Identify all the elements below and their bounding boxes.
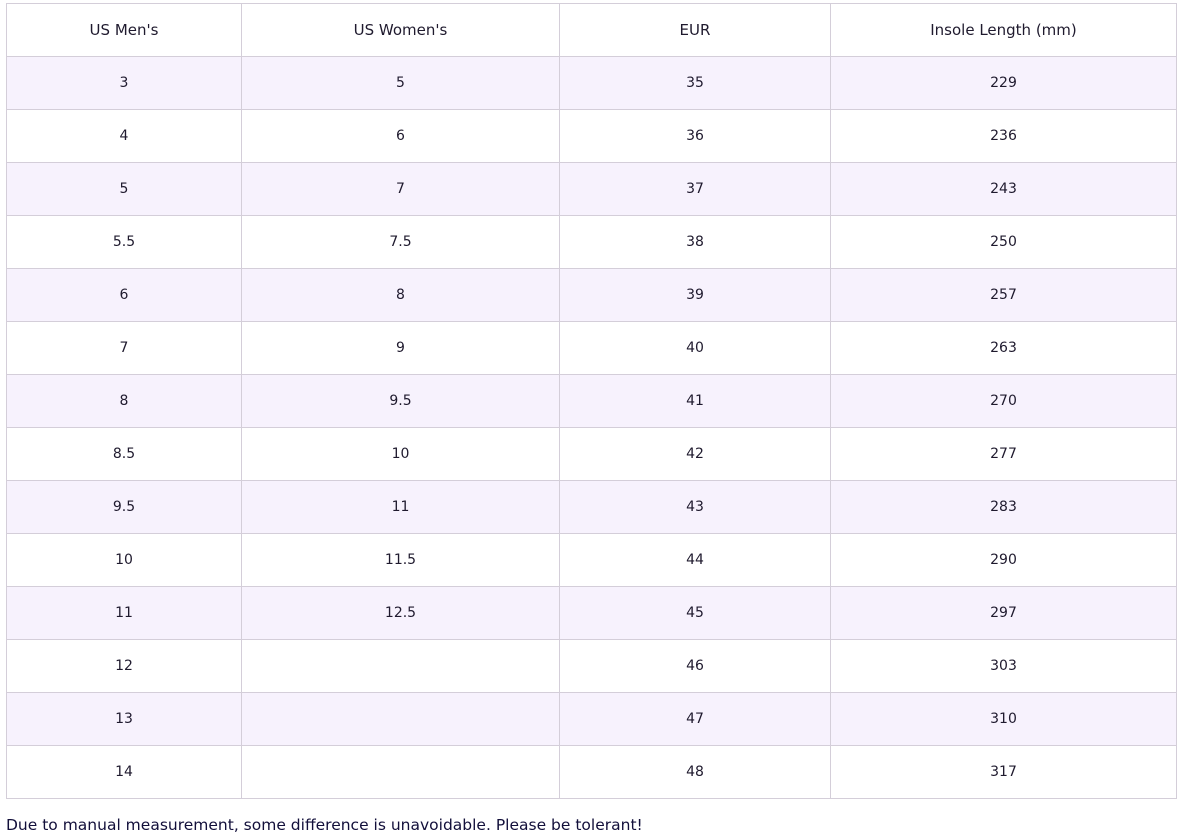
table-row: 13 47 310 xyxy=(6,692,1177,746)
cell-us-mens: 9.5 xyxy=(6,480,242,534)
cell-us-womens: 11.5 xyxy=(241,533,560,587)
cell-eur: 39 xyxy=(559,268,831,322)
cell-us-womens: 12.5 xyxy=(241,586,560,640)
cell-us-womens: 9 xyxy=(241,321,560,375)
cell-eur: 47 xyxy=(559,692,831,746)
cell-insole-length: 236 xyxy=(830,109,1177,163)
cell-us-womens: 10 xyxy=(241,427,560,481)
cell-eur: 37 xyxy=(559,162,831,216)
cell-us-mens: 6 xyxy=(6,268,242,322)
cell-us-mens: 5 xyxy=(6,162,242,216)
cell-us-womens: 6 xyxy=(241,109,560,163)
cell-us-mens: 3 xyxy=(6,56,242,110)
table-row: 10 11.5 44 290 xyxy=(6,533,1177,587)
cell-us-womens: 11 xyxy=(241,480,560,534)
cell-eur: 35 xyxy=(559,56,831,110)
cell-insole-length: 270 xyxy=(830,374,1177,428)
header-eur: EUR xyxy=(559,3,831,57)
cell-eur: 42 xyxy=(559,427,831,481)
cell-us-mens: 8 xyxy=(6,374,242,428)
header-us-womens: US Women's xyxy=(241,3,560,57)
table-row: 3 5 35 229 xyxy=(6,56,1177,110)
cell-us-womens xyxy=(241,692,560,746)
cell-eur: 48 xyxy=(559,745,831,799)
header-insole-length: Insole Length (mm) xyxy=(830,3,1177,57)
cell-us-mens: 10 xyxy=(6,533,242,587)
size-chart-header: US Men's US Women's EUR Insole Length (m… xyxy=(6,3,1177,57)
cell-us-womens: 8 xyxy=(241,268,560,322)
cell-eur: 46 xyxy=(559,639,831,693)
cell-us-mens: 5.5 xyxy=(6,215,242,269)
cell-us-womens: 5 xyxy=(241,56,560,110)
table-row: 7 9 40 263 xyxy=(6,321,1177,375)
cell-us-womens: 7.5 xyxy=(241,215,560,269)
cell-insole-length: 297 xyxy=(830,586,1177,640)
cell-insole-length: 257 xyxy=(830,268,1177,322)
cell-us-mens: 7 xyxy=(6,321,242,375)
cell-insole-length: 310 xyxy=(830,692,1177,746)
cell-us-mens: 8.5 xyxy=(6,427,242,481)
cell-eur: 36 xyxy=(559,109,831,163)
table-row: 5.5 7.5 38 250 xyxy=(6,215,1177,269)
cell-insole-length: 229 xyxy=(830,56,1177,110)
header-row: US Men's US Women's EUR Insole Length (m… xyxy=(6,3,1177,57)
table-row: 5 7 37 243 xyxy=(6,162,1177,216)
cell-eur: 40 xyxy=(559,321,831,375)
cell-us-mens: 4 xyxy=(6,109,242,163)
size-chart-table: US Men's US Women's EUR Insole Length (m… xyxy=(6,3,1177,799)
cell-us-mens: 14 xyxy=(6,745,242,799)
cell-us-mens: 11 xyxy=(6,586,242,640)
table-row: 11 12.5 45 297 xyxy=(6,586,1177,640)
table-row: 14 48 317 xyxy=(6,745,1177,799)
measurement-note: Due to manual measurement, some differen… xyxy=(6,816,643,834)
cell-eur: 44 xyxy=(559,533,831,587)
cell-us-mens: 13 xyxy=(6,692,242,746)
cell-us-womens xyxy=(241,745,560,799)
cell-insole-length: 290 xyxy=(830,533,1177,587)
table-row: 9.5 11 43 283 xyxy=(6,480,1177,534)
cell-eur: 41 xyxy=(559,374,831,428)
table-row: 8.5 10 42 277 xyxy=(6,427,1177,481)
table-row: 12 46 303 xyxy=(6,639,1177,693)
cell-us-mens: 12 xyxy=(6,639,242,693)
cell-insole-length: 277 xyxy=(830,427,1177,481)
cell-us-womens: 7 xyxy=(241,162,560,216)
cell-eur: 45 xyxy=(559,586,831,640)
cell-us-womens: 9.5 xyxy=(241,374,560,428)
cell-eur: 43 xyxy=(559,480,831,534)
cell-insole-length: 317 xyxy=(830,745,1177,799)
cell-us-womens xyxy=(241,639,560,693)
table-row: 4 6 36 236 xyxy=(6,109,1177,163)
cell-insole-length: 250 xyxy=(830,215,1177,269)
cell-eur: 38 xyxy=(559,215,831,269)
size-chart-body: 3 5 35 229 4 6 36 236 5 7 37 243 5.5 7.5 38 250 6 8 39 257 7… xyxy=(6,56,1177,799)
cell-insole-length: 283 xyxy=(830,480,1177,534)
table-row: 8 9.5 41 270 xyxy=(6,374,1177,428)
header-us-mens: US Men's xyxy=(6,3,242,57)
cell-insole-length: 243 xyxy=(830,162,1177,216)
table-row: 6 8 39 257 xyxy=(6,268,1177,322)
cell-insole-length: 303 xyxy=(830,639,1177,693)
cell-insole-length: 263 xyxy=(830,321,1177,375)
